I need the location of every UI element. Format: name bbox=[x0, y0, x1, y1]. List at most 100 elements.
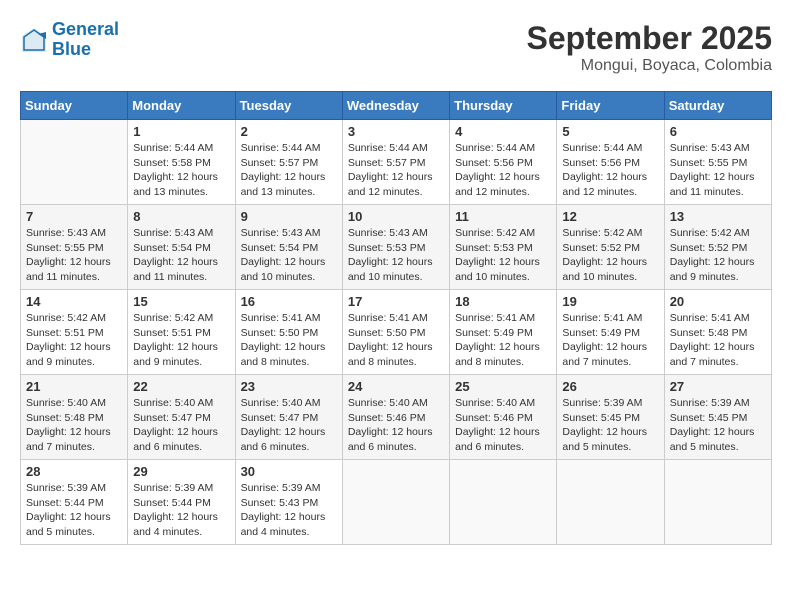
day-info: Sunrise: 5:42 AM Sunset: 5:53 PM Dayligh… bbox=[455, 226, 551, 285]
calendar-week-row: 21 Sunrise: 5:40 AM Sunset: 5:48 PM Dayli… bbox=[21, 375, 772, 460]
day-info: Sunrise: 5:40 AM Sunset: 5:47 PM Dayligh… bbox=[241, 396, 337, 455]
page-header: General Blue September 2025 Mongui, Boya… bbox=[20, 20, 772, 75]
day-number: 26 bbox=[562, 379, 658, 394]
calendar-week-row: 28 Sunrise: 5:39 AM Sunset: 5:44 PM Dayli… bbox=[21, 460, 772, 545]
calendar-table: SundayMondayTuesdayWednesdayThursdayFrid… bbox=[20, 91, 772, 545]
calendar-cell: 23 Sunrise: 5:40 AM Sunset: 5:47 PM Dayli… bbox=[235, 375, 342, 460]
day-info: Sunrise: 5:40 AM Sunset: 5:46 PM Dayligh… bbox=[455, 396, 551, 455]
day-number: 2 bbox=[241, 124, 337, 139]
weekday-header-monday: Monday bbox=[128, 92, 235, 120]
day-info: Sunrise: 5:40 AM Sunset: 5:48 PM Dayligh… bbox=[26, 396, 122, 455]
day-number: 14 bbox=[26, 294, 122, 309]
calendar-week-row: 1 Sunrise: 5:44 AM Sunset: 5:58 PM Daylig… bbox=[21, 120, 772, 205]
day-number: 4 bbox=[455, 124, 551, 139]
calendar-cell bbox=[557, 460, 664, 545]
day-info: Sunrise: 5:43 AM Sunset: 5:54 PM Dayligh… bbox=[133, 226, 229, 285]
day-info: Sunrise: 5:42 AM Sunset: 5:52 PM Dayligh… bbox=[562, 226, 658, 285]
day-info: Sunrise: 5:39 AM Sunset: 5:43 PM Dayligh… bbox=[241, 481, 337, 540]
day-number: 15 bbox=[133, 294, 229, 309]
day-info: Sunrise: 5:44 AM Sunset: 5:57 PM Dayligh… bbox=[241, 141, 337, 200]
day-number: 16 bbox=[241, 294, 337, 309]
calendar-cell: 10 Sunrise: 5:43 AM Sunset: 5:53 PM Dayli… bbox=[342, 205, 449, 290]
day-info: Sunrise: 5:39 AM Sunset: 5:45 PM Dayligh… bbox=[670, 396, 766, 455]
day-info: Sunrise: 5:40 AM Sunset: 5:46 PM Dayligh… bbox=[348, 396, 444, 455]
calendar-cell: 12 Sunrise: 5:42 AM Sunset: 5:52 PM Dayli… bbox=[557, 205, 664, 290]
calendar-cell: 5 Sunrise: 5:44 AM Sunset: 5:56 PM Daylig… bbox=[557, 120, 664, 205]
weekday-header-saturday: Saturday bbox=[664, 92, 771, 120]
calendar-cell: 22Sunrise: 5:40 AM Sunset: 5:47 PM Dayli… bbox=[128, 375, 235, 460]
day-number: 7 bbox=[26, 209, 122, 224]
calendar-cell: 7 Sunrise: 5:43 AM Sunset: 5:55 PM Daylig… bbox=[21, 205, 128, 290]
day-number: 10 bbox=[348, 209, 444, 224]
day-number: 12 bbox=[562, 209, 658, 224]
day-number: 17 bbox=[348, 294, 444, 309]
day-info: Sunrise: 5:43 AM Sunset: 5:55 PM Dayligh… bbox=[26, 226, 122, 285]
day-info: Sunrise: 5:42 AM Sunset: 5:52 PM Dayligh… bbox=[670, 226, 766, 285]
day-number: 19 bbox=[562, 294, 658, 309]
day-number: 11 bbox=[455, 209, 551, 224]
day-info: Sunrise: 5:43 AM Sunset: 5:53 PM Dayligh… bbox=[348, 226, 444, 285]
calendar-cell bbox=[342, 460, 449, 545]
day-info: Sunrise: 5:43 AM Sunset: 5:54 PM Dayligh… bbox=[241, 226, 337, 285]
day-info: Sunrise: 5:42 AM Sunset: 5:51 PM Dayligh… bbox=[26, 311, 122, 370]
day-info: Sunrise: 5:44 AM Sunset: 5:58 PM Dayligh… bbox=[133, 141, 229, 200]
day-number: 5 bbox=[562, 124, 658, 139]
day-info: Sunrise: 5:41 AM Sunset: 5:49 PM Dayligh… bbox=[455, 311, 551, 370]
calendar-cell: 1 Sunrise: 5:44 AM Sunset: 5:58 PM Daylig… bbox=[128, 120, 235, 205]
calendar-cell: 2 Sunrise: 5:44 AM Sunset: 5:57 PM Daylig… bbox=[235, 120, 342, 205]
day-number: 27 bbox=[670, 379, 766, 394]
calendar-cell: 14 Sunrise: 5:42 AM Sunset: 5:51 PM Dayli… bbox=[21, 290, 128, 375]
weekday-header-thursday: Thursday bbox=[450, 92, 557, 120]
weekday-header-friday: Friday bbox=[557, 92, 664, 120]
day-info: Sunrise: 5:41 AM Sunset: 5:49 PM Dayligh… bbox=[562, 311, 658, 370]
calendar-cell: 11 Sunrise: 5:42 AM Sunset: 5:53 PM Dayli… bbox=[450, 205, 557, 290]
day-info: Sunrise: 5:43 AM Sunset: 5:55 PM Dayligh… bbox=[670, 141, 766, 200]
calendar-cell: 27 Sunrise: 5:39 AM Sunset: 5:45 PM Dayli… bbox=[664, 375, 771, 460]
weekday-header-sunday: Sunday bbox=[21, 92, 128, 120]
day-info: Sunrise: 5:44 AM Sunset: 5:56 PM Dayligh… bbox=[562, 141, 658, 200]
calendar-cell: 26 Sunrise: 5:39 AM Sunset: 5:45 PM Dayli… bbox=[557, 375, 664, 460]
calendar-week-row: 14 Sunrise: 5:42 AM Sunset: 5:51 PM Dayli… bbox=[21, 290, 772, 375]
day-info: Sunrise: 5:41 AM Sunset: 5:48 PM Dayligh… bbox=[670, 311, 766, 370]
calendar-cell: 30Sunrise: 5:39 AM Sunset: 5:43 PM Dayli… bbox=[235, 460, 342, 545]
calendar-cell: 13Sunrise: 5:42 AM Sunset: 5:52 PM Dayli… bbox=[664, 205, 771, 290]
calendar-cell: 15 Sunrise: 5:42 AM Sunset: 5:51 PM Dayli… bbox=[128, 290, 235, 375]
weekday-header-wednesday: Wednesday bbox=[342, 92, 449, 120]
day-info: Sunrise: 5:44 AM Sunset: 5:56 PM Dayligh… bbox=[455, 141, 551, 200]
calendar-cell: 29 Sunrise: 5:39 AM Sunset: 5:44 PM Dayli… bbox=[128, 460, 235, 545]
calendar-week-row: 7 Sunrise: 5:43 AM Sunset: 5:55 PM Daylig… bbox=[21, 205, 772, 290]
calendar-cell: 18Sunrise: 5:41 AM Sunset: 5:49 PM Dayli… bbox=[450, 290, 557, 375]
calendar-cell: 24 Sunrise: 5:40 AM Sunset: 5:46 PM Dayli… bbox=[342, 375, 449, 460]
day-number: 22 bbox=[133, 379, 229, 394]
day-info: Sunrise: 5:41 AM Sunset: 5:50 PM Dayligh… bbox=[348, 311, 444, 370]
day-number: 3 bbox=[348, 124, 444, 139]
day-info: Sunrise: 5:39 AM Sunset: 5:45 PM Dayligh… bbox=[562, 396, 658, 455]
day-number: 25 bbox=[455, 379, 551, 394]
day-number: 6 bbox=[670, 124, 766, 139]
day-info: Sunrise: 5:39 AM Sunset: 5:44 PM Dayligh… bbox=[133, 481, 229, 540]
day-number: 20 bbox=[670, 294, 766, 309]
logo-text: General Blue bbox=[52, 20, 119, 60]
calendar-cell: 4 Sunrise: 5:44 AM Sunset: 5:56 PM Daylig… bbox=[450, 120, 557, 205]
weekday-header-row: SundayMondayTuesdayWednesdayThursdayFrid… bbox=[21, 92, 772, 120]
day-number: 24 bbox=[348, 379, 444, 394]
logo: General Blue bbox=[20, 20, 119, 60]
calendar-cell: 28Sunrise: 5:39 AM Sunset: 5:44 PM Dayli… bbox=[21, 460, 128, 545]
day-number: 1 bbox=[133, 124, 229, 139]
calendar-cell bbox=[664, 460, 771, 545]
day-number: 23 bbox=[241, 379, 337, 394]
day-number: 21 bbox=[26, 379, 122, 394]
day-number: 9 bbox=[241, 209, 337, 224]
month-title: September 2025 bbox=[527, 20, 772, 57]
weekday-header-tuesday: Tuesday bbox=[235, 92, 342, 120]
calendar-cell: 25 Sunrise: 5:40 AM Sunset: 5:46 PM Dayli… bbox=[450, 375, 557, 460]
title-block: September 2025 Mongui, Boyaca, Colombia bbox=[527, 20, 772, 75]
day-info: Sunrise: 5:42 AM Sunset: 5:51 PM Dayligh… bbox=[133, 311, 229, 370]
day-number: 29 bbox=[133, 464, 229, 479]
calendar-cell: 17 Sunrise: 5:41 AM Sunset: 5:50 PM Dayli… bbox=[342, 290, 449, 375]
day-info: Sunrise: 5:41 AM Sunset: 5:50 PM Dayligh… bbox=[241, 311, 337, 370]
calendar-cell: 21 Sunrise: 5:40 AM Sunset: 5:48 PM Dayli… bbox=[21, 375, 128, 460]
day-number: 28 bbox=[26, 464, 122, 479]
calendar-cell: 16 Sunrise: 5:41 AM Sunset: 5:50 PM Dayli… bbox=[235, 290, 342, 375]
location-subtitle: Mongui, Boyaca, Colombia bbox=[527, 57, 772, 75]
